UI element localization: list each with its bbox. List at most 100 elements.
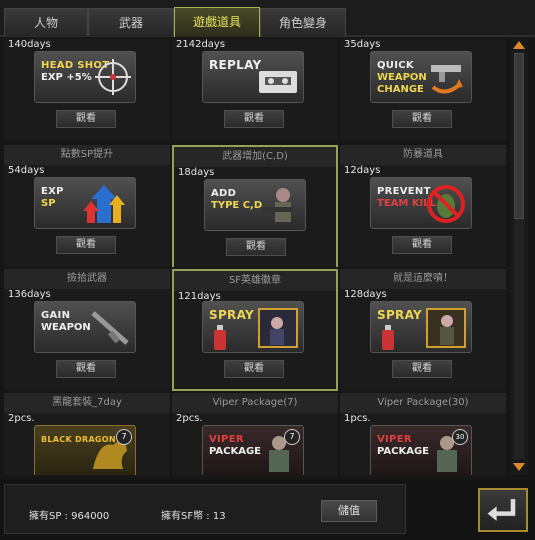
item-title: 就是這麼噴！ [340, 269, 506, 289]
item-image-text: PACKAGE [377, 446, 430, 457]
item-title: 撿拾武器 [4, 269, 170, 289]
item-card[interactable]: Viper Package(7) 2pcs. VIPER PACKAGE 7 [172, 393, 338, 475]
recharge-button[interactable]: 儲值 [321, 500, 377, 522]
no-grenade-icon [427, 185, 465, 223]
item-image-text: SP [41, 198, 56, 209]
item-title: 防暴道具 [340, 145, 506, 165]
soldier-icon [263, 188, 293, 222]
item-card[interactable]: 140days HEAD SHOT EXP +5% 觀看 [4, 39, 170, 141]
tab-character[interactable]: 人物 [4, 8, 88, 36]
item-image-text: CHANGE [377, 84, 424, 95]
item-duration: 128days [344, 289, 387, 300]
spray-can-icon [214, 325, 226, 350]
footer: 擁有SP : 964000 擁有SF幣 : 13 儲值 [0, 480, 535, 540]
item-card[interactable]: 就是這麼噴！ 128days SPRAY 觀看 [340, 269, 506, 391]
item-image-text: EXP [41, 186, 64, 197]
item-image-text: SPRAY [209, 308, 255, 322]
item-card[interactable]: 防暴道具 12days PREVENT TEAM KILL 觀看 [340, 145, 506, 267]
item-card[interactable]: 35days QUICK WEAPON CHANGE 觀看 [340, 39, 506, 141]
scrollbar[interactable] [510, 39, 528, 475]
scroll-thumb[interactable] [514, 53, 524, 219]
item-title: SF英雄徽章 [174, 271, 336, 291]
item-image: SPRAY [370, 301, 472, 353]
item-image-text: EXP +5% [41, 72, 92, 83]
view-button[interactable]: 觀看 [392, 236, 452, 254]
view-button[interactable]: 觀看 [226, 238, 286, 256]
count-badge: 30 [452, 429, 468, 445]
item-duration: 12days [344, 165, 381, 176]
item-duration: 35days [344, 39, 381, 50]
item-card[interactable]: Viper Package(30) 1pcs. VIPER PACKAGE 30 [340, 393, 506, 475]
item-duration: 18days [178, 167, 215, 178]
view-button[interactable]: 觀看 [56, 236, 116, 254]
item-image-text: VIPER [377, 434, 412, 445]
item-image-text: ADD [211, 188, 237, 199]
item-image: EXP SP [34, 177, 136, 229]
item-card[interactable]: 點數SP提升 54days EXP SP 觀看 [4, 145, 170, 267]
count-badge: 7 [116, 429, 132, 445]
sf-balance: 擁有SF幣 : 13 [161, 511, 226, 522]
spray-icon [258, 308, 298, 348]
item-duration: 1pcs. [344, 413, 371, 424]
item-duration: 2pcs. [176, 413, 203, 424]
view-button[interactable]: 觀看 [56, 110, 116, 128]
item-card[interactable]: 2142days REPLAY 觀看 [172, 39, 338, 141]
item-title: 點數SP提升 [4, 145, 170, 165]
game-item-window: 人物 武器 遊戲道具 角色變身 140days HEAD SHOT EXP +5… [0, 0, 535, 540]
item-duration: 140days [8, 39, 51, 50]
spray-can-icon [382, 325, 394, 350]
item-duration: 136days [8, 289, 51, 300]
item-card[interactable]: 武器增加(C,D) 18days ADD TYPE C,D 觀看 [172, 145, 338, 267]
currency-panel: 擁有SP : 964000 擁有SF幣 : 13 儲值 [4, 484, 406, 534]
tab-game-items[interactable]: 遊戲道具 [174, 7, 260, 37]
view-button[interactable]: 觀看 [392, 360, 452, 378]
item-image-text: SPRAY [377, 308, 423, 322]
gun-swap-icon [431, 65, 463, 94]
cassette-icon [259, 71, 297, 93]
item-title: Viper Package(7) [172, 393, 338, 413]
scroll-down-arrow-icon[interactable] [513, 463, 525, 471]
item-image-text: WEAPON [41, 322, 91, 333]
tab-bar: 人物 武器 遊戲道具 角色變身 [0, 0, 535, 37]
item-image-text: PREVENT [377, 186, 431, 197]
scroll-up-arrow-icon[interactable] [513, 41, 525, 49]
view-button[interactable]: 觀看 [56, 360, 116, 378]
item-title: 黑龍套裝_7day [4, 393, 170, 413]
item-duration: 2142days [176, 39, 226, 50]
item-image: QUICK WEAPON CHANGE [370, 51, 472, 103]
item-duration: 2pcs. [8, 413, 35, 424]
crosshair-icon [95, 59, 131, 95]
tab-transform[interactable]: 角色變身 [260, 8, 346, 36]
view-button[interactable]: 觀看 [224, 360, 284, 378]
count-badge: 7 [284, 429, 300, 445]
item-image-text: REPLAY [209, 58, 262, 72]
item-card[interactable]: 黑龍套裝_7day 2pcs. BLACK DRAGON 7 [4, 393, 170, 475]
item-duration: 54days [8, 165, 45, 176]
return-arrow-icon [487, 499, 516, 521]
item-image-text: TYPE C,D [211, 200, 263, 211]
item-image: SPRAY [202, 301, 304, 353]
item-grid: 140days HEAD SHOT EXP +5% 觀看 2142days RE… [2, 39, 508, 475]
item-card-selected[interactable]: SF英雄徽章 121days SPRAY 觀看 [172, 269, 338, 391]
item-image-text: QUICK [377, 60, 414, 71]
spray-icon [426, 308, 466, 348]
item-title: 武器增加(C,D) [174, 147, 336, 167]
item-image: HEAD SHOT EXP +5% [34, 51, 136, 103]
item-image-text: GAIN [41, 310, 71, 321]
item-image: GAIN WEAPON [34, 301, 136, 353]
item-image: REPLAY [202, 51, 304, 103]
item-image-text: WEAPON [377, 72, 427, 83]
view-button[interactable]: 觀看 [392, 110, 452, 128]
item-image: VIPER PACKAGE 7 [202, 425, 304, 475]
rifle-icon [91, 311, 129, 345]
item-image-text: VIPER [209, 434, 244, 445]
item-card[interactable]: 撿拾武器 136days GAIN WEAPON 觀看 [4, 269, 170, 391]
item-image-text: PACKAGE [209, 446, 262, 457]
up-arrows-icon [83, 185, 125, 223]
item-image: VIPER PACKAGE 30 [370, 425, 472, 475]
view-button[interactable]: 觀看 [224, 110, 284, 128]
enter-button[interactable] [478, 488, 528, 532]
item-image: BLACK DRAGON 7 [34, 425, 136, 475]
item-title: Viper Package(30) [340, 393, 506, 413]
tab-weapons[interactable]: 武器 [88, 8, 174, 36]
